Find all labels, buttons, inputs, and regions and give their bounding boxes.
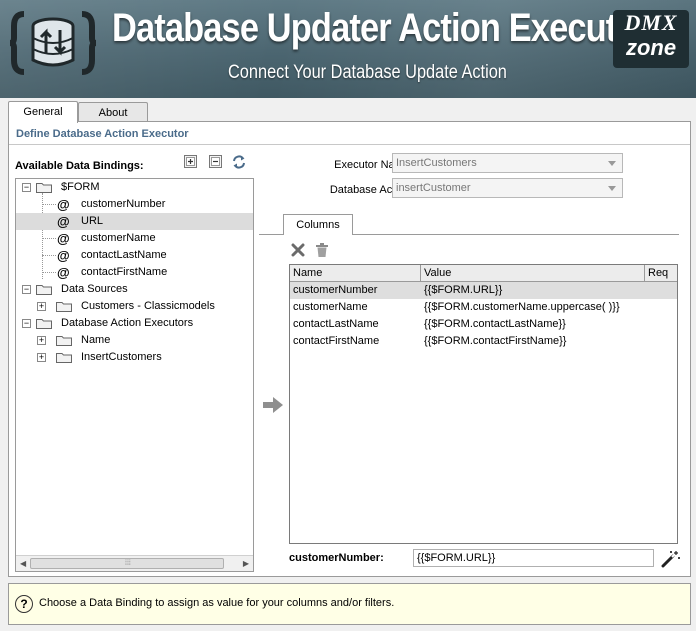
tree-item-name[interactable]: + Name	[16, 332, 253, 349]
expand-toggle-icon[interactable]: +	[37, 302, 46, 311]
row-value: {{$FORM.contactLastName}}	[424, 318, 566, 330]
chevron-down-icon	[608, 161, 616, 166]
tree-item-database-action-executors[interactable]: − Database Action Executors	[16, 315, 253, 332]
tab-about[interactable]: About	[78, 102, 148, 122]
field-binding-icon: @	[57, 231, 70, 246]
folder-icon	[36, 319, 52, 329]
section-divider	[9, 144, 690, 145]
hint-bar: ? Choose a Data Binding to assign as val…	[8, 583, 691, 625]
scroll-left-icon[interactable]: ◀	[20, 559, 26, 568]
trash-icon[interactable]	[314, 242, 330, 258]
scrollbar-grip-icon: ⁞⁞⁞	[125, 560, 131, 567]
tree-item-label: InsertCustomers	[81, 351, 162, 363]
database-action-value: insertCustomer	[396, 182, 471, 194]
grid-header: Name Value Req	[290, 265, 677, 282]
column-header-value[interactable]: Value	[421, 265, 645, 281]
tree-item-label: contactFirstName	[81, 266, 168, 278]
table-row[interactable]: customerName {{$FORM.customerName.upperc…	[290, 299, 677, 316]
row-name: contactLastName	[293, 318, 379, 330]
folder-icon	[56, 353, 72, 363]
folder-icon	[36, 183, 52, 193]
data-bindings-tree[interactable]: − $FORM @ customerNumber @ URL @ custome…	[15, 178, 254, 572]
tree-item-label: customerName	[81, 232, 156, 244]
available-bindings-label: Available Data Bindings:	[15, 160, 144, 172]
dmxzone-logo: DMX zone	[613, 10, 689, 68]
tree-item-customers-classicmodels[interactable]: + Customers - Classicmodels	[16, 298, 253, 315]
window-title: Database Updater Action Executor	[112, 6, 650, 50]
tree-item-contactlastname[interactable]: @ contactLastName	[16, 247, 253, 264]
delete-icon[interactable]	[290, 242, 306, 258]
tree-item-insertcustomers[interactable]: + InsertCustomers	[16, 349, 253, 366]
collapse-all-icon[interactable]	[208, 154, 224, 170]
table-row[interactable]: contactLastName {{$FORM.contactLastName}…	[290, 316, 677, 333]
scrollbar-thumb[interactable]: ⁞⁞⁞	[30, 558, 224, 569]
executor-name-select[interactable]: InsertCustomers	[392, 153, 623, 173]
tree-item-label: Database Action Executors	[61, 317, 194, 329]
field-binding-icon: @	[57, 265, 70, 280]
columns-grid[interactable]: Name Value Req customerNumber {{$FORM.UR…	[289, 264, 678, 544]
row-value: {{$FORM.contactFirstName}}	[424, 335, 567, 347]
tree-item-customername[interactable]: @ customerName	[16, 230, 253, 247]
tree-item-label: Customers - Classicmodels	[81, 300, 215, 312]
folder-icon	[36, 285, 52, 295]
row-name: contactFirstName	[293, 335, 380, 347]
row-value: {{$FORM.URL}}	[424, 284, 503, 296]
tree-item-url[interactable]: @ URL	[16, 213, 253, 230]
column-header-req[interactable]: Req	[645, 265, 677, 281]
tab-general[interactable]: General	[8, 101, 78, 123]
tab-columns[interactable]: Columns	[283, 214, 353, 235]
table-row[interactable]: customerNumber {{$FORM.URL}}	[290, 282, 677, 299]
executor-name-value: InsertCustomers	[396, 157, 477, 169]
selected-column-value-input[interactable]: {{$FORM.URL}}	[413, 549, 654, 567]
collapse-toggle-icon[interactable]: −	[22, 183, 31, 192]
expand-toggle-icon[interactable]: +	[37, 353, 46, 362]
table-row[interactable]: contactFirstName {{$FORM.contactFirstNam…	[290, 333, 677, 350]
selected-column-label: customerNumber:	[289, 552, 384, 564]
folder-icon	[56, 302, 72, 312]
field-binding-icon: @	[57, 248, 70, 263]
row-name: customerName	[293, 301, 368, 313]
chevron-down-icon	[608, 186, 616, 191]
tree-item-label: customerNumber	[81, 198, 166, 210]
assign-arrow-icon[interactable]	[262, 396, 284, 414]
expand-toggle-icon[interactable]: +	[37, 336, 46, 345]
tree-item-contactfirstname[interactable]: @ contactFirstName	[16, 264, 253, 281]
tree-item-label: contactLastName	[81, 249, 167, 261]
row-name: customerNumber	[293, 284, 378, 296]
tree-item-label: URL	[81, 215, 104, 227]
field-binding-icon: @	[57, 214, 70, 229]
magic-wand-icon[interactable]	[661, 550, 681, 568]
help-icon: ?	[15, 595, 33, 613]
column-header-name[interactable]: Name	[290, 265, 421, 281]
folder-icon	[56, 336, 72, 346]
general-panel: Define Database Action Executor Availabl…	[8, 121, 691, 577]
expand-all-icon[interactable]	[183, 154, 199, 170]
tree-item-data-sources[interactable]: − Data Sources	[16, 281, 253, 298]
refresh-icon[interactable]	[231, 154, 247, 170]
window-subtitle: Connect Your Database Update Action	[228, 62, 507, 83]
collapse-toggle-icon[interactable]: −	[22, 319, 31, 328]
database-action-select[interactable]: insertCustomer	[392, 178, 623, 198]
tree-item-label: Data Sources	[61, 283, 128, 295]
tree-item-form[interactable]: − $FORM	[16, 179, 253, 196]
tree-item-customernumber[interactable]: @ customerNumber	[16, 196, 253, 213]
dmxzone-logo-line1: DMX	[624, 10, 678, 35]
collapse-toggle-icon[interactable]: −	[22, 285, 31, 294]
database-update-logo-icon	[10, 11, 96, 75]
section-title: Define Database Action Executor	[16, 128, 189, 140]
header-banner: Database Updater Action Executor Connect…	[0, 0, 696, 98]
row-value: {{$FORM.customerName.uppercase( )}}	[424, 301, 620, 313]
tree-item-label: $FORM	[61, 181, 100, 193]
scroll-right-icon[interactable]: ▶	[243, 559, 249, 568]
tree-horizontal-scrollbar[interactable]: ◀ ⁞⁞⁞ ▶	[16, 555, 253, 571]
dmxzone-logo-line2: zone	[625, 35, 677, 60]
field-binding-icon: @	[57, 197, 70, 212]
hint-text: Choose a Data Binding to assign as value…	[39, 597, 395, 609]
tree-item-label: Name	[81, 334, 111, 346]
